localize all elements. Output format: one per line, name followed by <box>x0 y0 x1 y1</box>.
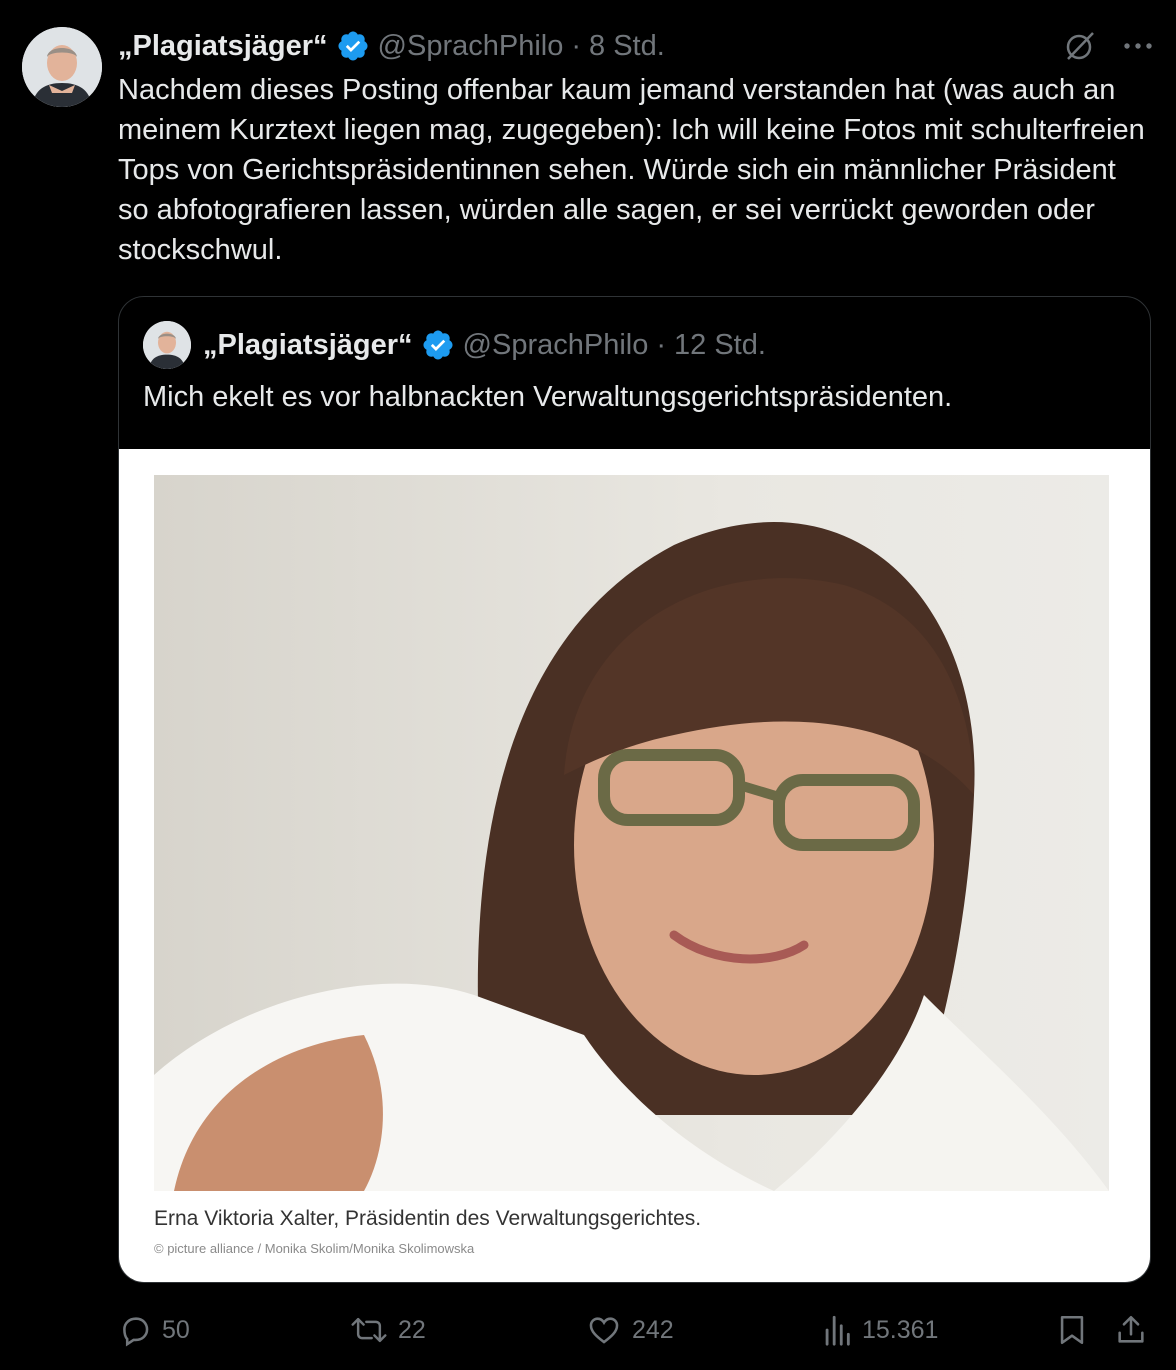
separator: · <box>656 328 667 361</box>
author-name[interactable]: „Plagiatsjäger“ <box>118 30 328 63</box>
tweet-header: „Plagiatsjäger“ @SprachPhilo · 8 Std. <box>118 26 665 66</box>
tweet-text: Nachdem dieses Posting offenbar kaum jem… <box>118 74 1145 266</box>
repost-button[interactable]: 22 <box>350 1306 426 1354</box>
bookmark-icon <box>1055 1313 1089 1347</box>
quoted-tweet[interactable]: „Plagiatsjäger“ @SprachPhilo · 12 Std. M… <box>118 296 1151 1283</box>
reply-button[interactable]: 50 <box>118 1306 190 1354</box>
views-count: 15.361 <box>862 1315 939 1344</box>
like-icon <box>586 1313 622 1347</box>
like-count: 242 <box>632 1315 674 1344</box>
avatar[interactable] <box>22 27 102 107</box>
separator: · <box>571 29 582 62</box>
views-icon <box>822 1313 852 1347</box>
views-button[interactable]: 15.361 <box>822 1306 938 1354</box>
quoted-tweet-text: Mich ekelt es vor halbnackten Verwaltung… <box>143 381 953 413</box>
timestamp[interactable]: 8 Std. <box>589 30 665 63</box>
reply-icon <box>118 1313 152 1347</box>
action-bar: 50 22 242 15.361 <box>118 1306 1158 1354</box>
verified-badge-icon <box>421 328 455 362</box>
repost-count: 22 <box>398 1315 426 1344</box>
portrait-photo <box>154 475 1109 1191</box>
grok-icon[interactable] <box>1062 26 1098 66</box>
more-icon[interactable] <box>1120 26 1156 66</box>
quoted-timestamp: 12 Std. <box>674 328 766 361</box>
verified-badge-icon[interactable] <box>336 29 370 63</box>
tweet-top-icons <box>1062 26 1156 66</box>
quoted-author-name: „Plagiatsjäger“ <box>203 328 413 361</box>
quoted-author-handle: @SprachPhilo <box>462 328 649 361</box>
reply-count: 50 <box>162 1315 190 1344</box>
tweet[interactable]: „Plagiatsjäger“ @SprachPhilo · 8 Std. Na… <box>0 0 1176 1370</box>
quoted-tweet-header: „Plagiatsjäger“ @SprachPhilo · 12 Std. <box>143 321 766 369</box>
share-button[interactable] <box>1114 1306 1148 1354</box>
share-icon <box>1114 1313 1148 1347</box>
quoted-avatar <box>143 321 191 369</box>
media-credit: © picture alliance / Monika Skolim/Monik… <box>154 1241 475 1256</box>
repost-icon <box>350 1313 388 1347</box>
quoted-media[interactable]: Erna Viktoria Xalter, Präsidentin des Ve… <box>119 449 1150 1282</box>
media-caption: Erna Viktoria Xalter, Präsidentin des Ve… <box>154 1207 702 1230</box>
author-handle[interactable]: @SprachPhilo <box>378 30 564 63</box>
like-button[interactable]: 242 <box>586 1306 674 1354</box>
bookmark-button[interactable] <box>1055 1306 1089 1354</box>
